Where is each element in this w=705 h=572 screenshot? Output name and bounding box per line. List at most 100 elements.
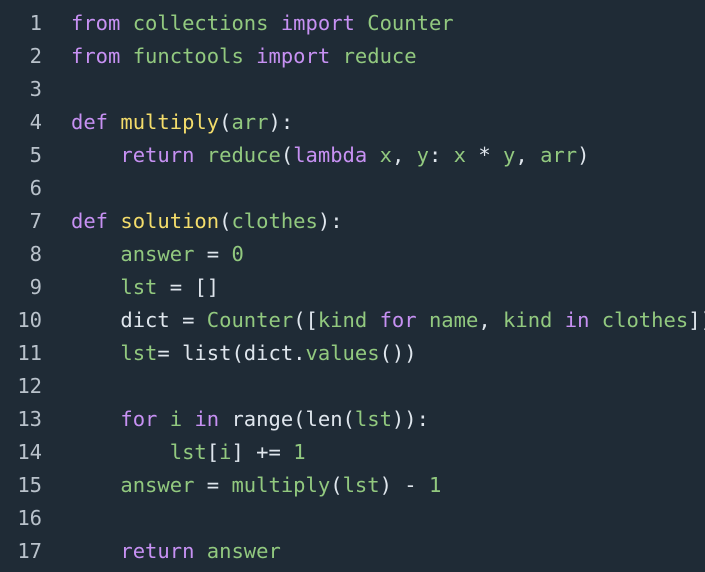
code-token: lst: [120, 341, 158, 365]
code-token: ]): [688, 308, 705, 332]
code-line[interactable]: 14 lst[i] += 1: [0, 436, 705, 469]
line-number: 1: [29, 11, 42, 35]
code-token: ) -: [379, 473, 429, 497]
code-token: (: [280, 143, 294, 167]
line-number: 14: [17, 440, 42, 464]
line-number: 16: [17, 506, 42, 530]
code-editor[interactable]: 1 from collections import Counter 2 from fu…: [0, 0, 705, 572]
code-token: *: [466, 143, 504, 167]
code-token: Counter: [367, 11, 454, 35]
code-text[interactable]: [42, 370, 71, 403]
code-token: ,: [391, 143, 417, 167]
code-token: multiply: [231, 473, 331, 497]
code-text[interactable]: def solution(clothes):: [42, 205, 343, 238]
code-token: collections: [132, 11, 269, 35]
code-line[interactable]: 1 from collections import Counter: [0, 7, 705, 40]
code-text[interactable]: for i in range(len(lst)):: [42, 403, 429, 436]
code-text[interactable]: return answer: [42, 535, 280, 568]
code-token: = []: [157, 275, 220, 299]
code-token: lst: [120, 275, 158, 299]
code-line[interactable]: 4 def multiply(arr):: [0, 106, 705, 139]
code-line[interactable]: 15 answer = multiply(lst) - 1: [0, 469, 705, 502]
code-token: from: [71, 11, 121, 35]
code-line[interactable]: 16: [0, 502, 705, 535]
code-token: lambda: [293, 143, 368, 167]
code-token: from: [71, 44, 121, 68]
line-number: 9: [29, 275, 42, 299]
code-token: import: [256, 44, 331, 68]
code-token: arr: [231, 110, 269, 134]
line-number: 7: [29, 209, 42, 233]
code-token: functools: [132, 44, 244, 68]
code-token: return: [120, 143, 195, 167]
code-token: lst: [342, 473, 380, 497]
code-line[interactable]: 5 return reduce(lambda x, y: x * y, arr): [0, 139, 705, 172]
code-text[interactable]: dict = Counter([kind for name, kind in c…: [42, 304, 705, 337]
code-token: (: [330, 473, 343, 497]
code-token: ):: [268, 110, 294, 134]
code-text[interactable]: def multiply(arr):: [42, 106, 293, 139]
code-token: =: [194, 473, 232, 497]
code-token: ,: [478, 308, 504, 332]
line-number: 12: [17, 374, 42, 398]
code-token: lst: [169, 440, 207, 464]
code-text[interactable]: lst[i] += 1: [42, 436, 306, 469]
code-token: [: [206, 440, 220, 464]
line-number: 17: [17, 539, 42, 563]
code-line[interactable]: 9 lst = []: [0, 271, 705, 304]
code-line[interactable]: 12: [0, 370, 705, 403]
code-token: i: [219, 440, 232, 464]
code-line[interactable]: 7 def solution(clothes):: [0, 205, 705, 238]
code-text[interactable]: answer = 0: [42, 238, 243, 271]
code-text[interactable]: from functools import reduce: [42, 40, 417, 73]
code-line[interactable]: 6: [0, 172, 705, 205]
code-line[interactable]: 3: [0, 73, 705, 106]
code-token: y: [503, 143, 516, 167]
code-line[interactable]: 11 lst= list(dict.values()): [0, 337, 705, 370]
code-token: )):: [391, 407, 429, 431]
code-line[interactable]: 13 for i in range(len(lst)):: [0, 403, 705, 436]
code-text[interactable]: [42, 73, 71, 106]
code-text[interactable]: [42, 502, 71, 535]
code-token: multiply: [120, 110, 220, 134]
code-text[interactable]: lst = []: [42, 271, 219, 304]
code-token: arr: [540, 143, 578, 167]
code-text[interactable]: return reduce(lambda x, y: x * y, arr): [42, 139, 589, 172]
code-token: (: [219, 110, 232, 134]
code-token: solution: [120, 209, 220, 233]
code-token: ()): [379, 341, 417, 365]
code-token: x: [453, 143, 466, 167]
code-line[interactable]: 10 dict = Counter([kind for name, kind i…: [0, 304, 705, 337]
line-number: 5: [29, 143, 42, 167]
code-token: 1: [293, 440, 306, 464]
line-number: 4: [29, 110, 42, 134]
code-token: values: [305, 341, 380, 365]
code-line[interactable]: 2 from functools import reduce: [0, 40, 705, 73]
code-text[interactable]: answer = multiply(lst) - 1: [42, 469, 441, 502]
code-token: def: [71, 209, 109, 233]
code-token: y: [416, 143, 429, 167]
code-text[interactable]: [42, 172, 71, 205]
code-token: dict: [120, 308, 170, 332]
code-line[interactable]: 17 return answer: [0, 535, 705, 568]
code-text[interactable]: lst= list(dict.values()): [42, 337, 417, 370]
code-line[interactable]: 8 answer = 0: [0, 238, 705, 271]
code-text[interactable]: from collections import Counter: [42, 7, 454, 40]
code-token: =: [194, 242, 232, 266]
code-token: in: [564, 308, 590, 332]
code-token: in: [194, 407, 220, 431]
code-token: answer: [120, 242, 195, 266]
code-token: def: [71, 110, 109, 134]
